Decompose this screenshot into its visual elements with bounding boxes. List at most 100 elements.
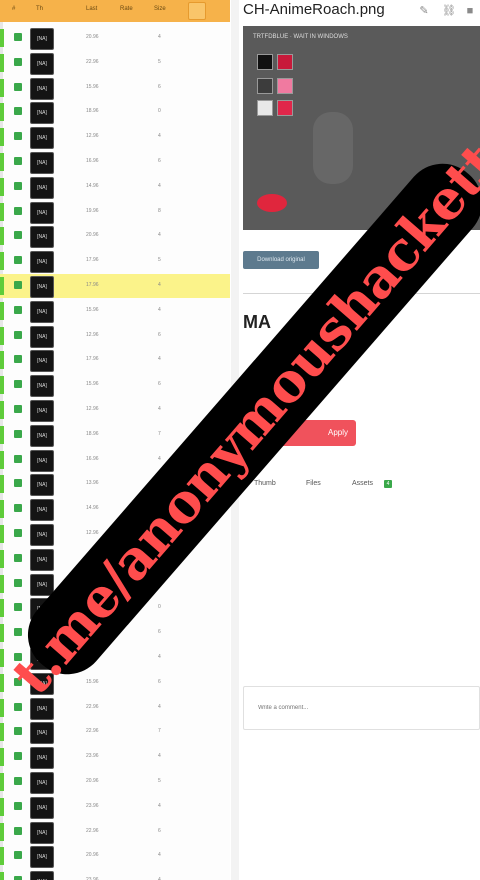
table-row[interactable]: [NA] 15.96 6 xyxy=(0,373,230,398)
column-header[interactable]: Th xyxy=(36,6,43,12)
row-checkbox[interactable] xyxy=(14,702,22,711)
row-thumbnail[interactable]: [NA] xyxy=(30,548,54,571)
row-checkbox[interactable] xyxy=(14,355,22,364)
row-thumbnail[interactable]: [NA] xyxy=(30,772,54,794)
row-checkbox[interactable] xyxy=(14,826,22,835)
row-checkbox[interactable] xyxy=(14,752,22,761)
table-row[interactable]: [NA] 19.96 8 xyxy=(0,200,230,224)
tab-files[interactable]: Files xyxy=(306,480,321,487)
row-checkbox[interactable] xyxy=(14,628,22,637)
row-checkbox[interactable] xyxy=(14,504,22,513)
row-checkbox[interactable] xyxy=(14,801,22,810)
table-row[interactable]: [NA] 20.96 4 xyxy=(0,26,230,50)
row-thumbnail[interactable]: [NA] xyxy=(30,747,54,770)
column-header[interactable]: Size xyxy=(154,6,166,12)
table-row[interactable]: [NA]23.964 xyxy=(0,869,230,880)
row-thumbnail[interactable]: [NA] xyxy=(30,722,54,745)
lock-icon[interactable]: ■ xyxy=(464,5,476,17)
table-row[interactable]: [NA] 20.96 5 xyxy=(0,770,230,794)
row-thumbnail[interactable]: [NA] xyxy=(30,871,54,880)
table-row[interactable]: [NA] 22.96 4 xyxy=(0,696,230,720)
table-row[interactable]: [NA] 12.96 6 xyxy=(0,324,230,348)
row-checkbox[interactable] xyxy=(14,479,22,488)
row-thumbnail[interactable]: [NA] xyxy=(30,573,54,596)
row-thumbnail[interactable]: [NA] xyxy=(30,28,54,50)
row-thumbnail[interactable]: [NA] xyxy=(30,251,54,274)
link-icon[interactable]: ⛓ xyxy=(442,5,456,17)
row-checkbox[interactable] xyxy=(14,281,22,289)
row-checkbox[interactable] xyxy=(14,231,22,240)
row-checkbox[interactable] xyxy=(14,876,22,880)
comment-input[interactable] xyxy=(243,686,480,730)
row-checkbox[interactable] xyxy=(14,206,22,215)
row-thumbnail[interactable]: [NA] xyxy=(30,796,54,819)
table-row[interactable]: [NA] 14.96 4 xyxy=(0,175,230,199)
row-checkbox[interactable] xyxy=(14,578,22,587)
row-checkbox[interactable] xyxy=(14,851,22,860)
row-thumbnail[interactable]: [NA] xyxy=(30,499,54,522)
table-row[interactable]: [NA] 22.96 7 xyxy=(0,720,230,745)
row-checkbox[interactable] xyxy=(14,82,22,91)
row-thumbnail[interactable]: [NA] xyxy=(30,350,54,373)
row-thumbnail[interactable]: [NA] xyxy=(30,821,54,844)
table-row[interactable]: [NA] 22.96 6 xyxy=(0,820,230,844)
row-thumbnail[interactable]: [NA] xyxy=(30,276,54,298)
table-row[interactable]: [NA] 17.96 4 xyxy=(0,274,230,298)
table-row[interactable]: [NA] 17.96 5 xyxy=(0,249,230,274)
table-row[interactable]: [NA] 16.96 6 xyxy=(0,150,230,174)
row-thumbnail[interactable]: [NA] xyxy=(30,152,54,174)
table-row[interactable]: [NA]23.964 xyxy=(0,745,230,770)
row-thumbnail[interactable]: [NA] xyxy=(30,226,54,249)
tab-thumb[interactable]: Thumb xyxy=(254,480,276,487)
table-row[interactable]: [NA] 22.96 5 xyxy=(0,51,230,75)
row-checkbox[interactable] xyxy=(14,157,22,165)
row-checkbox[interactable] xyxy=(14,603,22,612)
column-header[interactable]: Rate xyxy=(120,6,133,12)
row-checkbox[interactable] xyxy=(14,256,22,265)
row-checkbox[interactable] xyxy=(14,777,22,785)
row-thumbnail[interactable]: [NA] xyxy=(30,77,54,100)
column-header[interactable]: Last xyxy=(86,6,97,12)
row-checkbox[interactable] xyxy=(14,454,22,463)
row-thumbnail[interactable]: [NA] xyxy=(30,201,54,224)
row-checkbox[interactable] xyxy=(14,181,22,190)
table-row[interactable]: [NA] 18.96 0 xyxy=(0,100,230,125)
row-thumbnail[interactable]: [NA] xyxy=(30,424,54,447)
row-thumbnail[interactable]: [NA] xyxy=(30,400,54,422)
table-row[interactable]: [NA]23.964 xyxy=(0,795,230,819)
row-checkbox[interactable] xyxy=(14,429,22,438)
row-checkbox[interactable] xyxy=(14,305,22,314)
tab-assets[interactable]: Assets xyxy=(352,480,373,487)
row-thumbnail[interactable]: [NA] xyxy=(30,176,54,199)
table-row[interactable]: [NA] 20.96 4 xyxy=(0,844,230,869)
column-header[interactable]: # xyxy=(12,6,15,12)
table-row[interactable]: [NA] 20.96 4 xyxy=(0,224,230,249)
row-checkbox[interactable] xyxy=(14,33,22,41)
row-checkbox[interactable] xyxy=(14,330,22,339)
column-settings-icon[interactable] xyxy=(188,2,206,20)
row-thumbnail[interactable]: [NA] xyxy=(30,52,54,75)
row-thumbnail[interactable]: [NA] xyxy=(30,474,54,497)
table-row[interactable]: [NA] 12.96 4 xyxy=(0,398,230,422)
row-thumbnail[interactable]: [NA] xyxy=(30,524,54,546)
row-thumbnail[interactable]: [NA] xyxy=(30,325,54,348)
row-thumbnail[interactable]: [NA] xyxy=(30,300,54,323)
row-thumbnail[interactable]: [NA] xyxy=(30,449,54,472)
row-checkbox[interactable] xyxy=(14,727,22,736)
table-row[interactable]: [NA] 17.96 4 xyxy=(0,348,230,373)
row-thumbnail[interactable]: [NA] xyxy=(30,102,54,125)
row-checkbox[interactable] xyxy=(14,380,22,389)
row-checkbox[interactable] xyxy=(14,57,22,66)
row-checkbox[interactable] xyxy=(14,553,22,562)
table-row[interactable]: [NA] 15.96 6 xyxy=(0,76,230,100)
row-thumbnail[interactable]: [NA] xyxy=(30,127,54,150)
download-button[interactable]: Download original xyxy=(243,251,319,269)
row-checkbox[interactable] xyxy=(14,405,22,413)
row-thumbnail[interactable]: [NA] xyxy=(30,375,54,398)
row-checkbox[interactable] xyxy=(14,132,22,141)
table-row[interactable]: [NA] 12.96 4 xyxy=(0,125,230,150)
row-checkbox[interactable] xyxy=(14,529,22,537)
edit-icon[interactable]: ✎ xyxy=(418,5,430,17)
row-checkbox[interactable] xyxy=(14,107,22,116)
row-thumbnail[interactable]: [NA] xyxy=(30,846,54,869)
